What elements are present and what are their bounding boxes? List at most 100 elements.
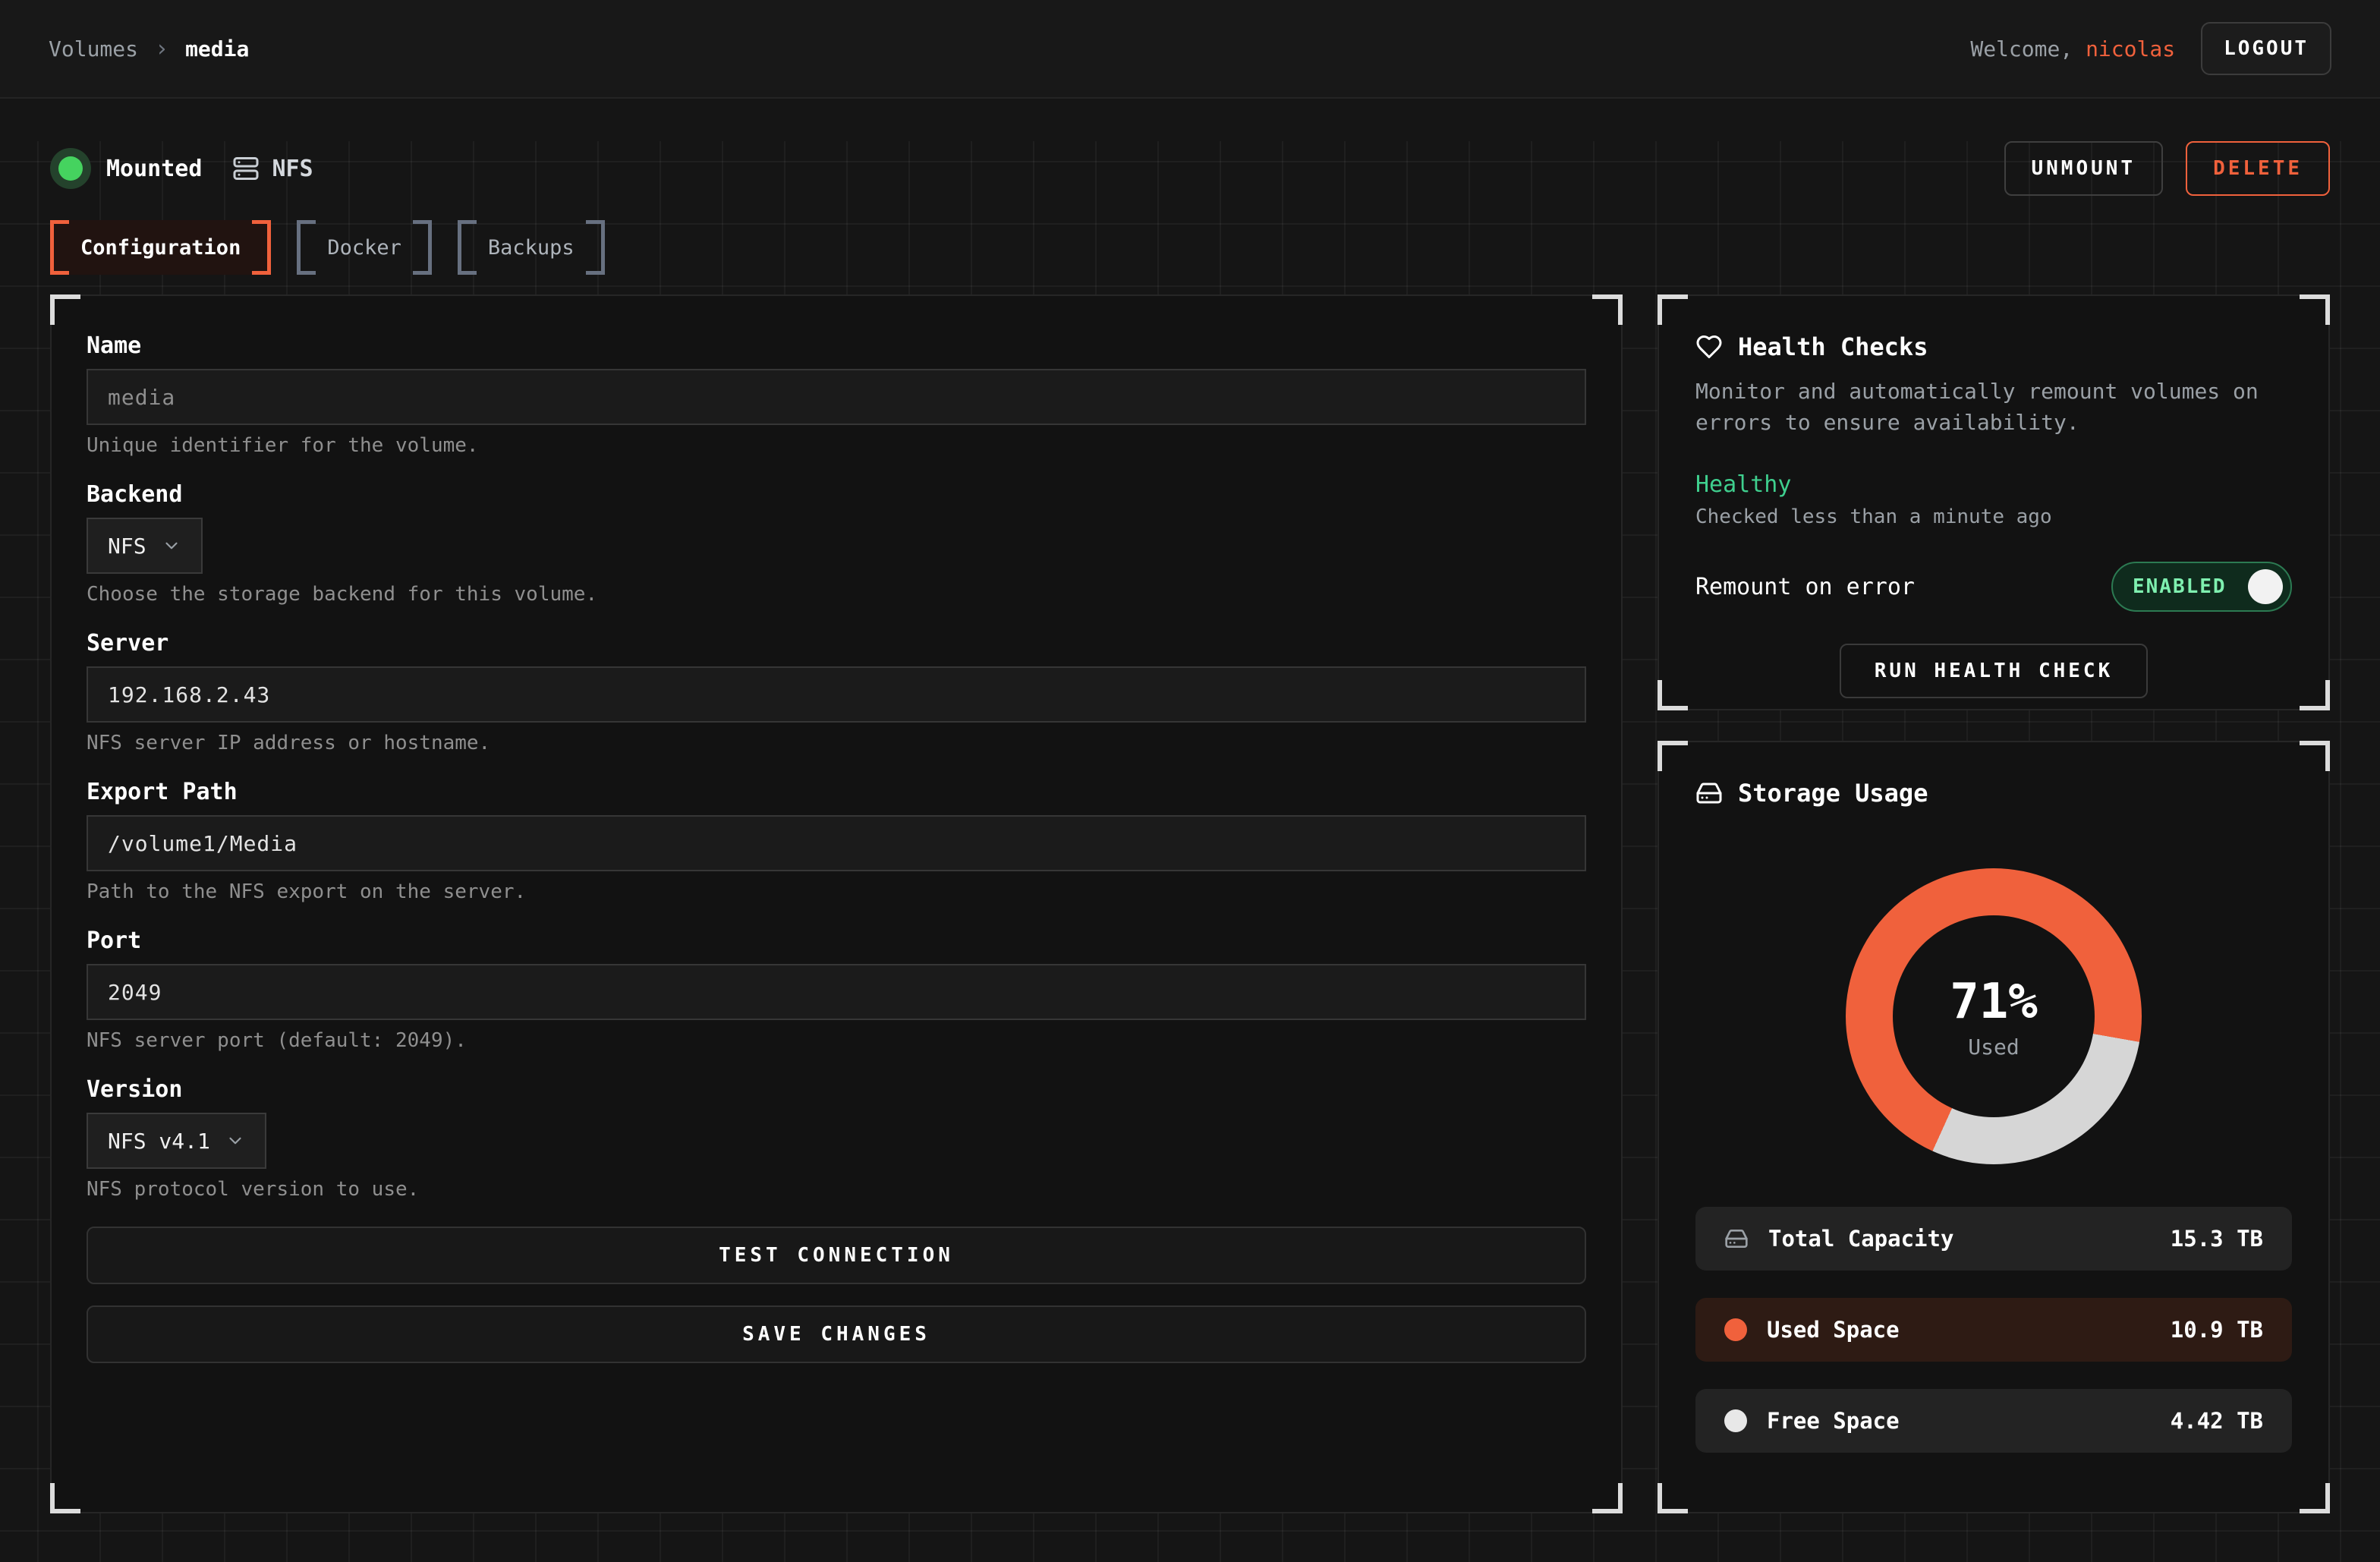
port-input[interactable] bbox=[87, 964, 1586, 1020]
server-help: NFS server IP address or hostname. bbox=[87, 732, 1586, 754]
health-checks-description: Monitor and automatically remount volume… bbox=[1695, 376, 2292, 438]
storage-usage-title: Storage Usage bbox=[1738, 779, 1928, 808]
welcome-text: Welcome, nicolas bbox=[1970, 36, 2175, 61]
breadcrumb: Volumes › media bbox=[49, 36, 249, 62]
card-corner bbox=[50, 1483, 80, 1513]
test-connection-button[interactable]: TEST CONNECTION bbox=[87, 1227, 1586, 1284]
remount-row: Remount on error ENABLED bbox=[1695, 562, 2292, 612]
main-layout: Name Unique identifier for the volume. B… bbox=[50, 294, 2330, 1513]
export-path-help: Path to the NFS export on the server. bbox=[87, 880, 1586, 903]
card-corner bbox=[1658, 741, 1688, 771]
legend-row-total-capacity: Total Capacity 15.3 TB bbox=[1695, 1207, 2292, 1271]
content: Mounted NFS UNMOUNT DELETE Configuration… bbox=[0, 141, 2380, 1562]
card-corner bbox=[1592, 294, 1623, 325]
legend-value: 4.42 TB bbox=[2171, 1408, 2263, 1434]
name-label: Name bbox=[87, 332, 1586, 369]
backend-select[interactable]: NFS bbox=[87, 518, 203, 574]
storage-usage-title-row: Storage Usage bbox=[1695, 779, 2292, 808]
version-help: NFS protocol version to use. bbox=[87, 1178, 1586, 1201]
topbar: Volumes › media Welcome, nicolas LOGOUT bbox=[0, 0, 2380, 99]
backend-type-label: NFS bbox=[272, 156, 313, 182]
backend-label: Backend bbox=[87, 481, 1586, 518]
card-corner bbox=[1658, 680, 1688, 710]
status-row: Mounted NFS UNMOUNT DELETE bbox=[50, 141, 2330, 196]
delete-button[interactable]: DELETE bbox=[2186, 141, 2330, 196]
health-checks-title: Health Checks bbox=[1738, 332, 1928, 361]
card-corner bbox=[2300, 741, 2330, 771]
volume-detail-page: Volumes › media Welcome, nicolas LOGOUT … bbox=[0, 0, 2380, 1562]
volume-actions: UNMOUNT DELETE bbox=[2004, 141, 2331, 196]
port-help: NFS server port (default: 2049). bbox=[87, 1029, 1586, 1052]
version-select[interactable]: NFS v4.1 bbox=[87, 1113, 266, 1169]
health-checks-title-row: Health Checks bbox=[1695, 332, 2292, 361]
export-path-field-group: Export Path Path to the NFS export on th… bbox=[87, 779, 1586, 903]
server-label: Server bbox=[87, 630, 1586, 666]
username: nicolas bbox=[2086, 36, 2175, 61]
storage-donut-center: 71% Used bbox=[1893, 915, 2095, 1117]
port-field-group: Port NFS server port (default: 2049). bbox=[87, 927, 1586, 1052]
heart-icon bbox=[1695, 333, 1723, 361]
legend-label: Total Capacity bbox=[1768, 1226, 1953, 1252]
tab-backups[interactable]: Backups bbox=[458, 220, 605, 275]
remount-toggle-label: ENABLED bbox=[2133, 575, 2227, 598]
run-health-check-button[interactable]: RUN HEALTH CHECK bbox=[1840, 644, 2148, 698]
storage-usage-card: Storage Usage 71% Used Tot bbox=[1658, 741, 2330, 1513]
card-corner bbox=[50, 294, 80, 325]
logout-button[interactable]: LOGOUT bbox=[2201, 22, 2331, 75]
tab-docker[interactable]: Docker bbox=[297, 220, 432, 275]
remount-toggle[interactable]: ENABLED bbox=[2111, 562, 2292, 612]
legend-row-used-space: Used Space 10.9 TB bbox=[1695, 1298, 2292, 1362]
mounted-status-label: Mounted bbox=[106, 156, 202, 182]
card-corner bbox=[2300, 680, 2330, 710]
backend-chip: NFS bbox=[232, 155, 313, 182]
storage-donut: 71% Used bbox=[1846, 868, 2142, 1164]
toggle-knob bbox=[2248, 569, 2283, 604]
breadcrumb-current: media bbox=[185, 36, 249, 61]
name-field-group: Name Unique identifier for the volume. bbox=[87, 332, 1586, 457]
port-label: Port bbox=[87, 927, 1586, 964]
configuration-panel: Name Unique identifier for the volume. B… bbox=[50, 294, 1623, 1513]
export-path-label: Export Path bbox=[87, 779, 1586, 815]
version-label: Version bbox=[87, 1076, 1586, 1113]
health-status-text: Healthy bbox=[1695, 471, 2292, 498]
card-corner bbox=[2300, 294, 2330, 325]
chevron-down-icon bbox=[162, 536, 181, 556]
legend-label: Free Space bbox=[1767, 1408, 1900, 1434]
welcome-label: Welcome, bbox=[1970, 36, 2073, 61]
health-last-checked: Checked less than a minute ago bbox=[1695, 505, 2292, 528]
storage-percent-used: 71% bbox=[1950, 974, 2038, 1030]
hard-drive-icon bbox=[1695, 779, 1723, 807]
storage-percent-caption: Used bbox=[1968, 1035, 2019, 1060]
card-corner bbox=[1592, 1483, 1623, 1513]
used-space-dot bbox=[1724, 1318, 1747, 1341]
side-column: Health Checks Monitor and automatically … bbox=[1658, 294, 2330, 1513]
export-path-input[interactable] bbox=[87, 815, 1586, 871]
legend-value: 10.9 TB bbox=[2171, 1317, 2263, 1343]
name-help: Unique identifier for the volume. bbox=[87, 434, 1586, 457]
version-field-group: Version NFS v4.1 NFS protocol version to… bbox=[87, 1076, 1586, 1201]
breadcrumb-volumes[interactable]: Volumes bbox=[49, 36, 138, 61]
tab-configuration[interactable]: Configuration bbox=[50, 220, 271, 275]
card-corner bbox=[1658, 294, 1688, 325]
card-corner bbox=[1658, 1483, 1688, 1513]
server-input[interactable] bbox=[87, 666, 1586, 723]
health-checks-card: Health Checks Monitor and automatically … bbox=[1658, 294, 2330, 710]
chevron-down-icon bbox=[225, 1131, 245, 1151]
server-field-group: Server NFS server IP address or hostname… bbox=[87, 630, 1586, 754]
server-icon bbox=[232, 155, 260, 182]
breadcrumb-separator-icon: › bbox=[155, 36, 168, 62]
remount-on-error-label: Remount on error bbox=[1695, 574, 1915, 600]
backend-help: Choose the storage backend for this volu… bbox=[87, 583, 1586, 606]
hard-drive-icon bbox=[1724, 1227, 1749, 1251]
free-space-dot bbox=[1724, 1409, 1747, 1432]
topbar-right: Welcome, nicolas LOGOUT bbox=[1970, 22, 2331, 75]
save-changes-button[interactable]: SAVE CHANGES bbox=[87, 1305, 1586, 1363]
name-input[interactable] bbox=[87, 369, 1586, 425]
backend-field-group: Backend NFS Choose the storage backend f… bbox=[87, 481, 1586, 606]
storage-legend: Total Capacity 15.3 TB Used Space 10.9 T… bbox=[1695, 1207, 2292, 1453]
mounted-status-dot bbox=[50, 148, 91, 189]
card-corner bbox=[2300, 1483, 2330, 1513]
backend-select-value: NFS bbox=[108, 534, 146, 559]
legend-label: Used Space bbox=[1767, 1317, 1900, 1343]
unmount-button[interactable]: UNMOUNT bbox=[2004, 141, 2164, 196]
